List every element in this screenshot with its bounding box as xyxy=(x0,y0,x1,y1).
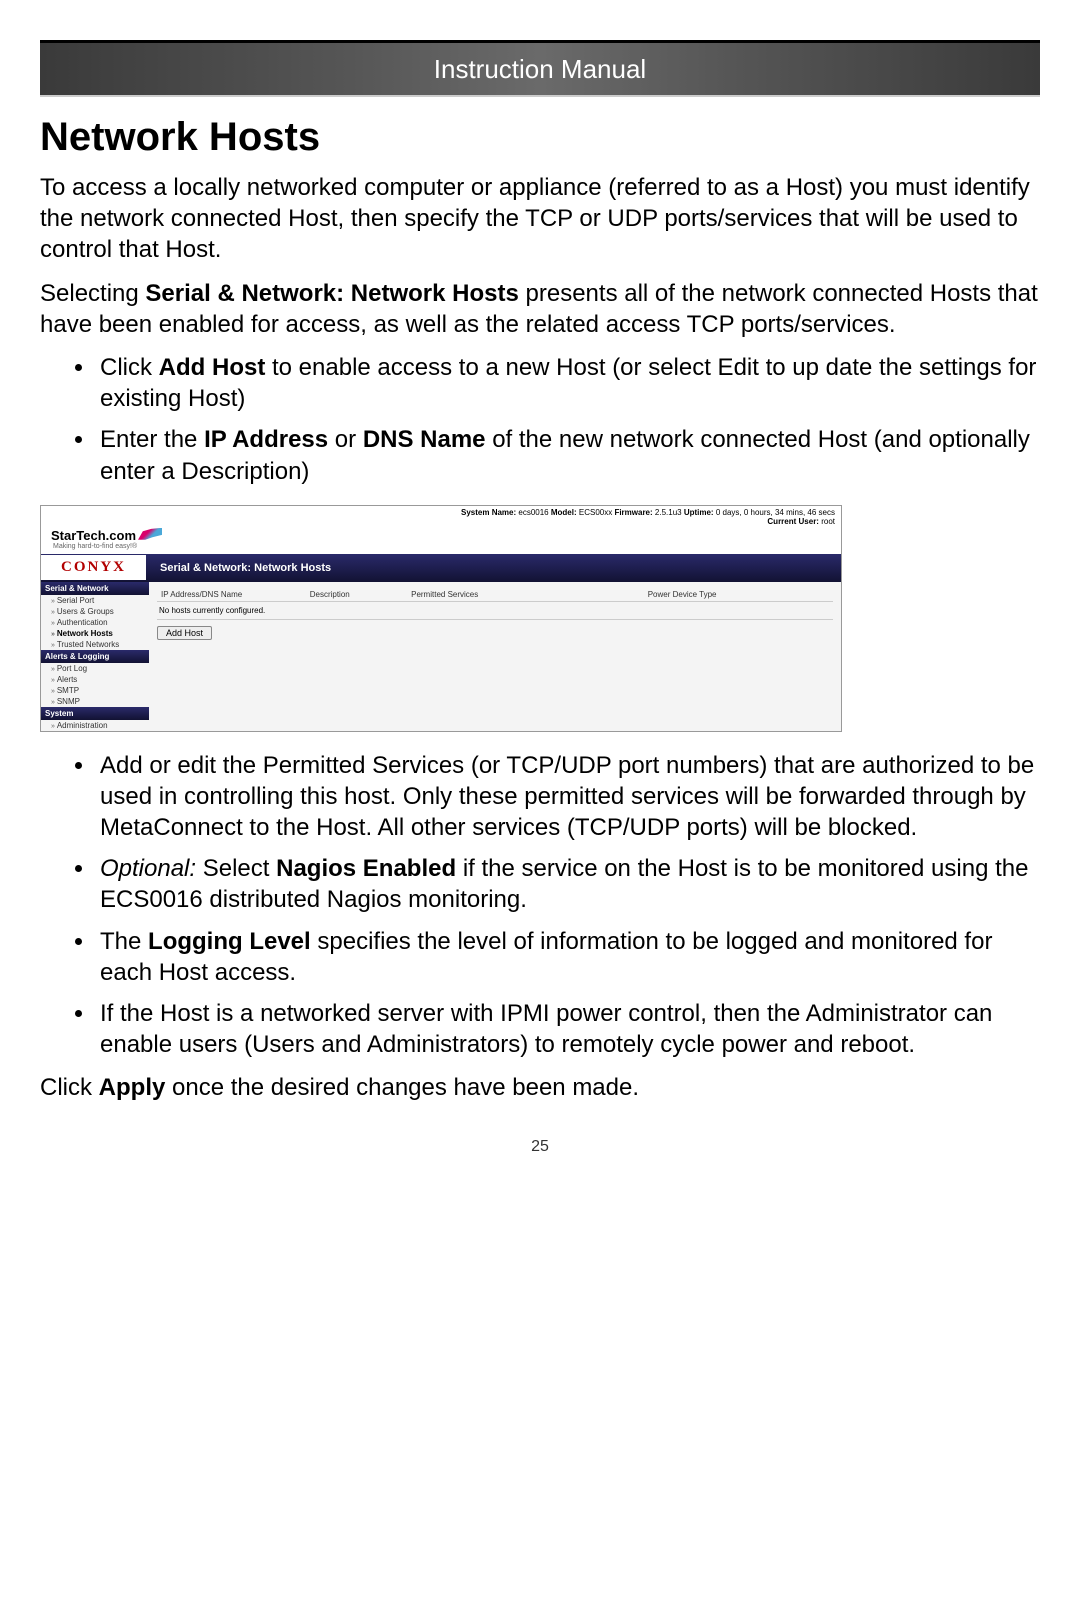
tagline: Making hard-to-find easy!® xyxy=(53,543,162,550)
closing-paragraph: Click Apply once the desired changes hav… xyxy=(40,1072,1040,1103)
text-bold: DNS Name xyxy=(363,426,486,453)
sidebar: Serial & Network Serial Port Users & Gro… xyxy=(41,582,149,731)
sidebar-header: System xyxy=(41,707,149,720)
text-bold: Nagios Enabled xyxy=(276,855,456,882)
text: Click xyxy=(100,354,159,381)
text-bold: IP Address xyxy=(204,426,328,453)
sidebar-item-port-log[interactable]: Port Log xyxy=(41,663,149,674)
label: Model: xyxy=(551,508,577,517)
sidebar-header: Serial & Network xyxy=(41,582,149,595)
list-item: If the Host is a networked server with I… xyxy=(96,998,1040,1060)
no-hosts-message: No hosts currently configured. xyxy=(157,602,833,620)
content-area: IP Address/DNS Name Description Permitte… xyxy=(149,582,841,731)
text: once the desired changes have been made. xyxy=(165,1074,639,1101)
value: 0 days, 0 hours, 34 mins, 46 secs xyxy=(714,508,835,517)
col-services: Permitted Services xyxy=(407,588,644,602)
page-title: Serial & Network: Network Hosts xyxy=(156,562,331,574)
add-host-button[interactable]: Add Host xyxy=(157,626,212,640)
title-bar: CONYX Serial & Network: Network Hosts xyxy=(41,554,841,582)
sidebar-item-users-groups[interactable]: Users & Groups xyxy=(41,606,149,617)
text: Click xyxy=(40,1074,99,1101)
list-item: The Logging Level specifies the level of… xyxy=(96,926,1040,988)
value: root xyxy=(819,517,835,526)
embedded-screenshot: System Name: ecs0016 Model: ECS00xx Firm… xyxy=(40,505,842,732)
bullet-list-2: Add or edit the Permitted Services (or T… xyxy=(40,750,1040,1061)
bullet-list-1: Click Add Host to enable access to a new… xyxy=(40,352,1040,487)
intro-paragraph-2: Selecting Serial & Network: Network Host… xyxy=(40,278,1040,340)
logo-row: StarTech.com Making hard-to-find easy!® xyxy=(41,526,841,554)
label: Uptime: xyxy=(684,508,714,517)
text: Select xyxy=(196,855,276,882)
value: 2.5.1u3 xyxy=(653,508,684,517)
hosts-table-header: IP Address/DNS Name Description Permitte… xyxy=(157,588,833,602)
sidebar-item-alerts[interactable]: Alerts xyxy=(41,674,149,685)
sidebar-item-smtp[interactable]: SMTP xyxy=(41,685,149,696)
sidebar-item-administration[interactable]: Administration xyxy=(41,720,149,731)
startech-logo-text: StarTech.com xyxy=(51,528,136,543)
value: ECS00xx xyxy=(577,508,615,517)
text-italic: Optional: xyxy=(100,855,196,882)
sidebar-item-serial-port[interactable]: Serial Port xyxy=(41,595,149,606)
section-heading: Network Hosts xyxy=(40,115,1040,160)
text: Selecting xyxy=(40,280,145,307)
system-info-bar: System Name: ecs0016 Model: ECS00xx Firm… xyxy=(41,506,841,526)
sidebar-item-network-hosts[interactable]: Network Hosts xyxy=(41,628,149,639)
list-item: Enter the IP Address or DNS Name of the … xyxy=(96,424,1040,486)
value: ecs0016 xyxy=(516,508,551,517)
text: or xyxy=(328,426,363,453)
text-bold: Logging Level xyxy=(148,928,311,955)
list-item: Add or edit the Permitted Services (or T… xyxy=(96,750,1040,844)
list-item: Click Add Host to enable access to a new… xyxy=(96,352,1040,414)
col-power: Power Device Type xyxy=(644,588,833,602)
label: Firmware: xyxy=(614,508,652,517)
label: Current User: xyxy=(767,517,819,526)
banner: Instruction Manual xyxy=(40,40,1040,97)
intro-paragraph-1: To access a locally networked computer o… xyxy=(40,172,1040,266)
conyx-logo: CONYX xyxy=(41,555,146,580)
page-number: 25 xyxy=(40,1138,1040,1156)
text-bold: Apply xyxy=(99,1074,166,1101)
text-bold: Serial & Network: Network Hosts xyxy=(145,280,518,307)
sidebar-header: Alerts & Logging xyxy=(41,650,149,663)
label: System Name: xyxy=(461,508,516,517)
col-desc: Description xyxy=(306,588,407,602)
startech-swoosh-icon xyxy=(138,528,162,540)
text-bold: Add Host xyxy=(159,354,266,381)
text: The xyxy=(100,928,148,955)
list-item: Optional: Select Nagios Enabled if the s… xyxy=(96,853,1040,915)
text: Enter the xyxy=(100,426,204,453)
sidebar-item-snmp[interactable]: SNMP xyxy=(41,696,149,707)
sidebar-item-authentication[interactable]: Authentication xyxy=(41,617,149,628)
col-ip: IP Address/DNS Name xyxy=(157,588,306,602)
sidebar-item-trusted-networks[interactable]: Trusted Networks xyxy=(41,639,149,650)
